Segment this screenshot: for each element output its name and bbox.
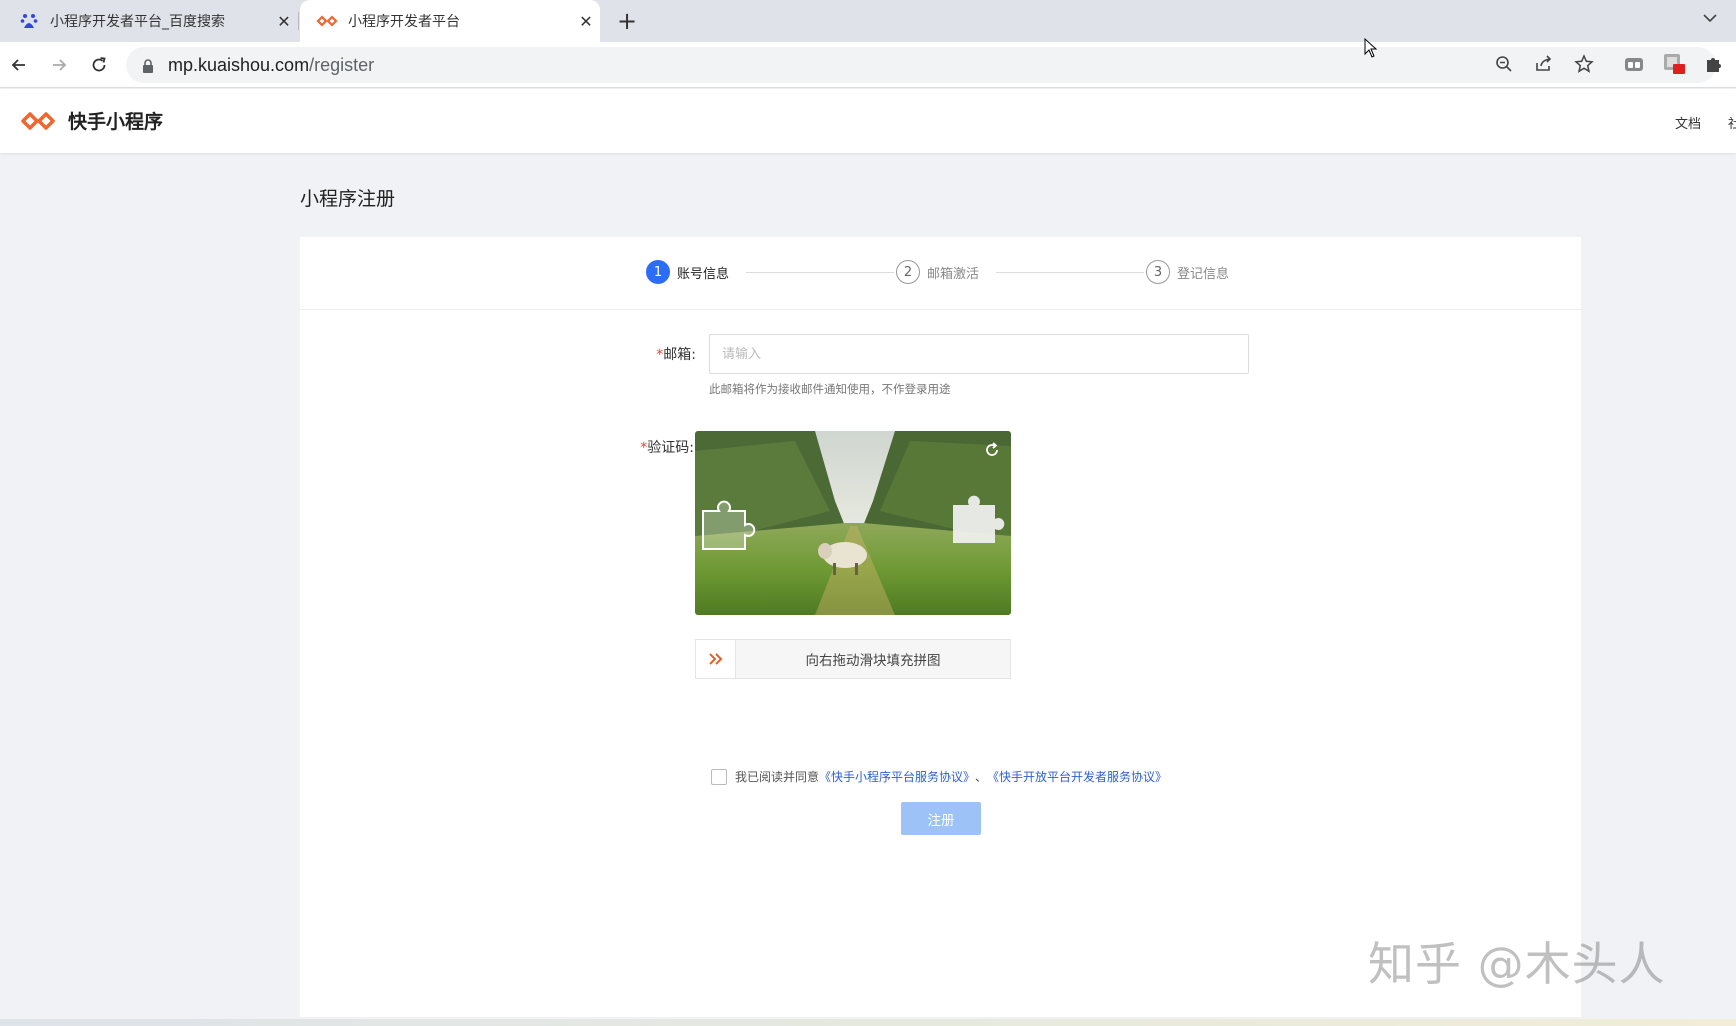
- nav-docs-link[interactable]: 文档: [1675, 113, 1701, 132]
- agreement-prefix: 我已阅读并同意: [735, 770, 820, 784]
- site-logo[interactable]: 快手小程序: [20, 107, 163, 134]
- forward-arrow-icon[interactable]: [44, 50, 74, 80]
- baidu-paw-icon: [18, 12, 40, 30]
- step-connector: [746, 272, 894, 273]
- mouse-cursor-icon: [1364, 37, 1378, 62]
- page-title: 小程序注册: [300, 188, 396, 210]
- brand-name: 快手小程序: [68, 111, 164, 133]
- close-tab-icon[interactable]: ✕: [270, 12, 298, 31]
- step-email-activation: 2 邮箱激活: [896, 260, 979, 284]
- step-connector: [996, 272, 1144, 273]
- url-text: mp.kuaishou.com/register: [168, 55, 374, 76]
- bookmark-star-icon[interactable]: [1570, 50, 1598, 78]
- register-card: 1 账号信息 2 邮箱激活 3 登记信息 *邮箱: 此邮箱将作为接收邮件通知使用…: [300, 237, 1581, 1017]
- browser-tab-active[interactable]: 小程序开发者平台 ✕: [300, 0, 600, 42]
- step-registration-info: 3 登记信息: [1146, 260, 1229, 284]
- sheep-meadow-image: [695, 431, 1011, 615]
- step-label: 账号信息: [677, 266, 730, 282]
- nav-community-link[interactable]: 社: [1728, 113, 1736, 132]
- watermark-text: 知乎 @木头人: [1368, 937, 1666, 991]
- zoom-icon[interactable]: [1490, 50, 1518, 78]
- tab-separator: [298, 12, 299, 30]
- new-tab-button[interactable]: +: [612, 6, 642, 36]
- tab-search-chevron-icon[interactable]: [1700, 8, 1722, 30]
- double-chevron-right-icon: [708, 653, 722, 665]
- service-agreement-link[interactable]: 《快手小程序平台服务协议》: [819, 768, 975, 785]
- email-hint: 此邮箱将作为接收邮件通知使用，不作登录用途: [709, 382, 951, 396]
- step-number: 1: [646, 260, 670, 284]
- captcha-slider: 向右拖动滑块填充拼图: [695, 639, 1011, 679]
- address-bar[interactable]: mp.kuaishou.com/register: [126, 47, 1716, 83]
- site-header: 快手小程序 文档 社: [0, 89, 1736, 153]
- email-label-text: 邮箱:: [663, 347, 696, 363]
- step-number: 3: [1146, 260, 1170, 284]
- tab-title: 小程序开发者平台: [348, 14, 460, 30]
- captcha-label-text: 验证码:: [647, 440, 694, 456]
- url-host: mp.kuaishou.com: [168, 55, 310, 75]
- email-label: *邮箱:: [650, 344, 696, 364]
- slider-handle[interactable]: [696, 640, 736, 678]
- captcha-puzzle-image: [695, 431, 1011, 615]
- step-account-info: 1 账号信息: [646, 260, 729, 284]
- kuaishou-logo-icon: [21, 111, 55, 130]
- register-button[interactable]: 注册: [901, 802, 981, 835]
- lock-icon: [142, 58, 154, 77]
- share-icon[interactable]: [1530, 50, 1558, 78]
- refresh-captcha-icon[interactable]: [981, 439, 1003, 461]
- reload-icon[interactable]: [84, 50, 114, 80]
- step-label: 登记信息: [1177, 266, 1230, 282]
- extension-badge-icon[interactable]: [1660, 50, 1688, 78]
- agreement-checkbox[interactable]: [711, 768, 727, 785]
- step-label: 邮箱激活: [927, 266, 980, 282]
- agreement-row: 我已阅读并同意 《快手小程序平台服务协议》 、 《快手开放平台开发者服务协议》: [711, 768, 1167, 785]
- close-tab-icon[interactable]: ✕: [572, 12, 600, 31]
- browser-toolbar: mp.kuaishou.com/register: [0, 42, 1736, 88]
- tab-title: 小程序开发者平台_百度搜索: [50, 14, 225, 30]
- kuaishou-logo-icon: [316, 12, 338, 30]
- back-arrow-icon[interactable]: [4, 50, 34, 80]
- steps-bar: 1 账号信息 2 邮箱激活 3 登记信息: [300, 237, 1581, 310]
- captcha-label: *验证码:: [620, 437, 694, 457]
- url-path: /register: [309, 55, 375, 75]
- developer-agreement-link[interactable]: 《快手开放平台开发者服务协议》: [987, 768, 1167, 785]
- agreement-separator: 、: [975, 770, 988, 784]
- slider-instruction: 向右拖动滑块填充拼图: [805, 653, 941, 669]
- extension-icon[interactable]: [1620, 50, 1648, 78]
- bottom-edge: [0, 1019, 1736, 1026]
- email-field[interactable]: [709, 334, 1249, 374]
- browser-tab-strip: 小程序开发者平台_百度搜索 ✕ 小程序开发者平台 ✕ +: [0, 0, 1736, 42]
- puzzle-extensions-icon[interactable]: [1700, 50, 1728, 78]
- step-number: 2: [896, 260, 920, 284]
- browser-tab-baidu[interactable]: 小程序开发者平台_百度搜索 ✕: [0, 0, 298, 42]
